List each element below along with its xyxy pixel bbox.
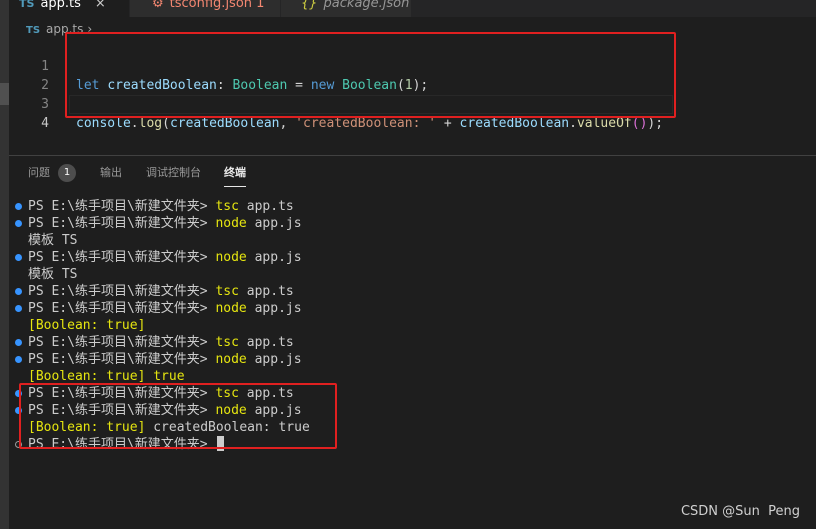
tab-label: package.json	[323, 0, 410, 11]
command-status-dot-icon[interactable]	[15, 220, 22, 227]
terminal-prompt: PS E:\练手项目\新建文件夹>	[28, 284, 216, 299]
code-highlight-box	[65, 32, 676, 118]
terminal-highlight-box	[19, 383, 337, 449]
tab-output[interactable]: 输出	[100, 165, 122, 181]
activity-bar	[0, 0, 9, 529]
editor-tab-bar: TS app.ts × ⚙ tsconfig.json 1 {} package.jso…	[9, 0, 816, 17]
terminal-command: tsc	[215, 199, 239, 214]
terminal-argument: app.js	[246, 352, 302, 367]
terminal-command: tsc	[215, 335, 239, 350]
terminal-prompt: PS E:\练手项目\新建文件夹>	[28, 301, 216, 316]
command-status-dot-icon[interactable]	[15, 288, 22, 295]
terminal-line-text: PS E:\练手项目\新建文件夹> node app.js	[28, 249, 302, 266]
tab-app-ts[interactable]: TS app.ts ×	[9, 0, 129, 17]
watermark: CSDN @Sun Peng	[680, 504, 800, 519]
terminal-argument: app.ts	[238, 284, 294, 299]
terminal-line-text: 模板 TS	[28, 266, 77, 283]
tab-package-json[interactable]: {} package.json	[281, 0, 411, 17]
terminal-command: node	[215, 216, 247, 231]
command-status-dot-icon[interactable]	[15, 305, 22, 312]
terminal-prompt: PS E:\练手项目\新建文件夹>	[28, 352, 216, 367]
json-error-icon: ⚙	[152, 0, 164, 11]
terminal-line-text: PS E:\练手项目\新建文件夹> tsc app.ts	[28, 198, 294, 215]
terminal-output-object: [Boolean: true]	[28, 318, 146, 333]
terminal-command: tsc	[215, 284, 239, 299]
terminal-line-text: PS E:\练手项目\新建文件夹> node app.js	[28, 300, 302, 317]
terminal-line-text: PS E:\练手项目\新建文件夹> node app.js	[28, 215, 302, 232]
terminal-output-text: 模板 TS	[28, 267, 78, 282]
tab-problems[interactable]: 问题 1	[28, 164, 76, 182]
tab-terminal[interactable]: 终端	[224, 165, 246, 187]
terminal-argument: app.js	[246, 301, 302, 316]
terminal-line-text: [Boolean: true]	[28, 317, 145, 334]
command-status-dot-icon[interactable]	[15, 203, 22, 210]
problems-count-badge: 1	[58, 164, 76, 182]
terminal-argument: app.js	[246, 250, 302, 265]
tab-tsconfig-json[interactable]: ⚙ tsconfig.json 1	[130, 0, 280, 17]
typescript-file-icon: TS	[19, 0, 35, 10]
terminal-prompt: PS E:\练手项目\新建文件夹>	[28, 216, 216, 231]
panel-tab-bar: 问题 1 输出 调试控制台 终端	[9, 156, 816, 190]
terminal-prompt: PS E:\练手项目\新建文件夹>	[28, 199, 216, 214]
typescript-file-icon: TS	[26, 25, 41, 36]
command-status-dot-icon[interactable]	[15, 254, 22, 261]
terminal-line-text: PS E:\练手项目\新建文件夹> node app.js	[28, 351, 302, 368]
activity-bar-selection	[0, 83, 9, 105]
terminal-output-text: 模板 TS	[28, 233, 78, 248]
terminal-argument: app.js	[246, 216, 302, 231]
tab-label: app.ts	[40, 0, 81, 11]
terminal-argument: app.ts	[238, 199, 294, 214]
command-status-dot-icon[interactable]	[15, 356, 22, 363]
tab-debug-console[interactable]: 调试控制台	[146, 165, 201, 181]
terminal-line-text: PS E:\练手项目\新建文件夹> tsc app.ts	[28, 283, 294, 300]
terminal-prompt: PS E:\练手项目\新建文件夹>	[28, 335, 216, 350]
terminal-argument: app.ts	[238, 335, 294, 350]
terminal-line-text: 模板 TS	[28, 232, 77, 249]
terminal-output-object: [Boolean: true] true	[28, 369, 185, 384]
command-status-dot-icon[interactable]	[15, 339, 22, 346]
terminal-line-text: PS E:\练手项目\新建文件夹> tsc app.ts	[28, 334, 294, 351]
close-icon[interactable]: ×	[95, 0, 106, 11]
terminal-prompt: PS E:\练手项目\新建文件夹>	[28, 250, 216, 265]
tab-label: tsconfig.json 1	[169, 0, 265, 11]
terminal-command: node	[215, 301, 247, 316]
json-file-icon: {}	[301, 0, 318, 11]
line-number: 4	[41, 116, 49, 131]
terminal-command: node	[215, 352, 247, 367]
terminal-command: node	[215, 250, 247, 265]
